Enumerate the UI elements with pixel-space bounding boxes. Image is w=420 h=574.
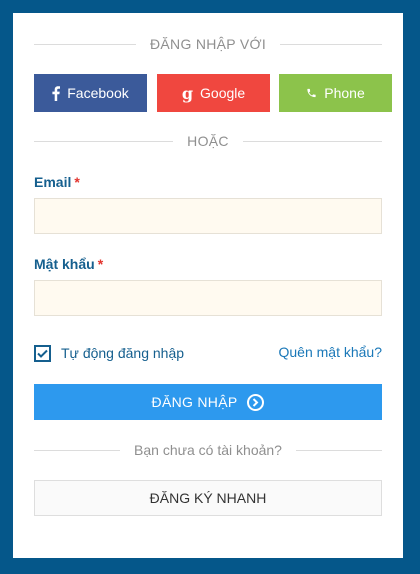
remember-me-label: Tự động đăng nhập <box>61 345 185 361</box>
facebook-login-button[interactable]: Facebook <box>34 74 147 112</box>
login-with-divider: ĐĂNG NHẬP VỚI <box>34 35 383 53</box>
check-icon <box>37 349 48 358</box>
password-label: Mật khẩu * <box>34 256 103 272</box>
divider-line <box>295 449 383 451</box>
login-with-heading: ĐĂNG NHẬP VỚI <box>150 36 267 52</box>
divider-line <box>34 140 174 142</box>
facebook-label: Facebook <box>67 85 129 101</box>
required-mark: * <box>74 174 80 190</box>
login-button[interactable]: ĐĂNG NHẬP <box>34 384 382 420</box>
checkbox-box[interactable] <box>34 344 51 362</box>
email-input[interactable] <box>34 198 382 234</box>
or-text: HOẶC <box>187 133 229 149</box>
forgot-password-link[interactable]: Quên mật khẩu? <box>278 344 382 360</box>
quick-register-button[interactable]: ĐĂNG KÝ NHANH <box>34 480 382 516</box>
divider-line <box>34 43 136 45</box>
password-input[interactable] <box>34 280 382 316</box>
divider-line <box>34 449 121 451</box>
divider-line <box>280 43 383 45</box>
required-mark: * <box>97 256 104 272</box>
email-label: Email * <box>34 174 80 190</box>
signup-divider: Bạn chưa có tài khoản? <box>34 441 383 459</box>
remember-me-checkbox[interactable]: Tự động đăng nhập <box>34 344 184 362</box>
facebook-icon <box>52 85 61 101</box>
chevron-right-circle-icon <box>247 393 265 411</box>
login-button-label: ĐĂNG NHẬP <box>151 394 238 410</box>
google-label: Google <box>200 85 246 101</box>
google-icon: g <box>181 83 194 103</box>
email-label-text: Email <box>34 174 72 190</box>
google-login-button[interactable]: g Google <box>157 74 270 112</box>
or-divider: HOẶC <box>34 132 382 150</box>
password-label-text: Mật khẩu <box>34 256 95 272</box>
phone-label: Phone <box>324 85 365 101</box>
phone-login-button[interactable]: Phone <box>279 74 392 112</box>
signup-prompt: Bạn chưa có tài khoản? <box>134 442 282 458</box>
phone-icon <box>306 87 317 99</box>
divider-line <box>242 140 382 142</box>
login-panel: ĐĂNG NHẬP VỚI Facebook g Google Phone HO… <box>13 13 403 558</box>
